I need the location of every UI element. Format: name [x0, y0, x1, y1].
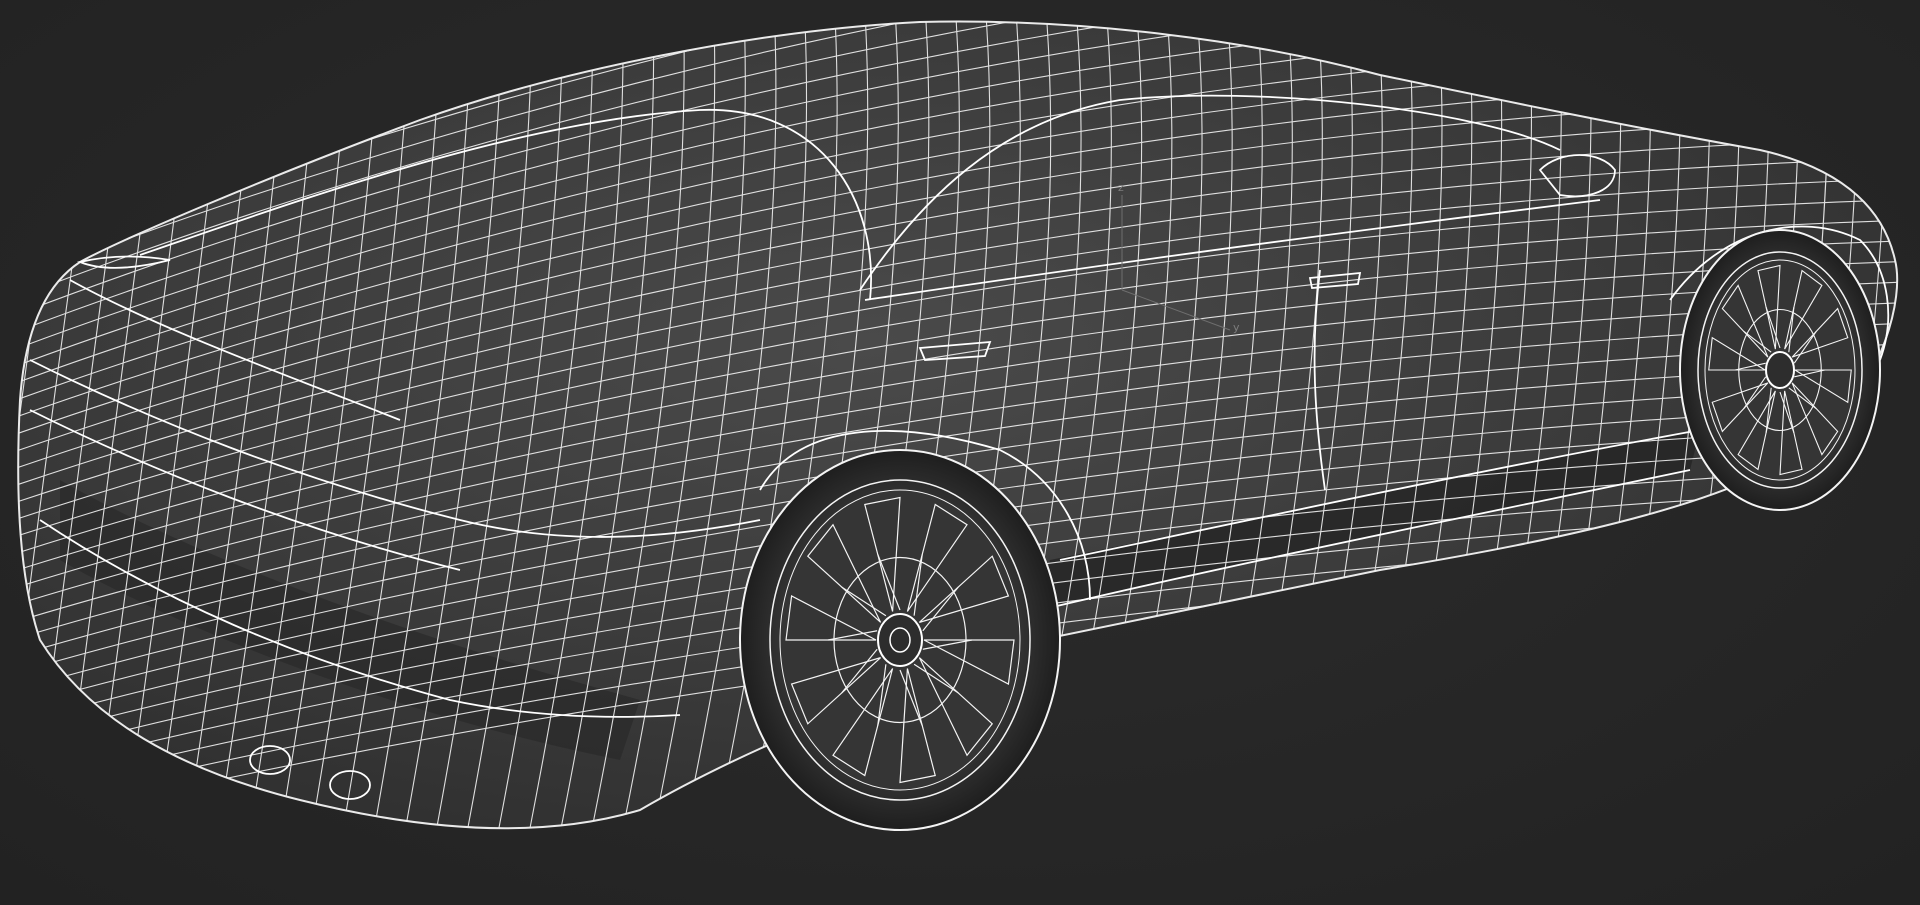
rear-wheel: [739, 449, 1061, 831]
rear-wheel-hub: [877, 613, 923, 667]
car-wireframe-scene: [17, 20, 1899, 831]
3d-viewport[interactable]: z y: [0, 0, 1920, 905]
axis-y-label: y: [1233, 321, 1240, 334]
front-wheel-hub: [1765, 351, 1795, 389]
front-wheel: [1679, 229, 1881, 511]
axis-z-label: z: [1118, 181, 1124, 194]
